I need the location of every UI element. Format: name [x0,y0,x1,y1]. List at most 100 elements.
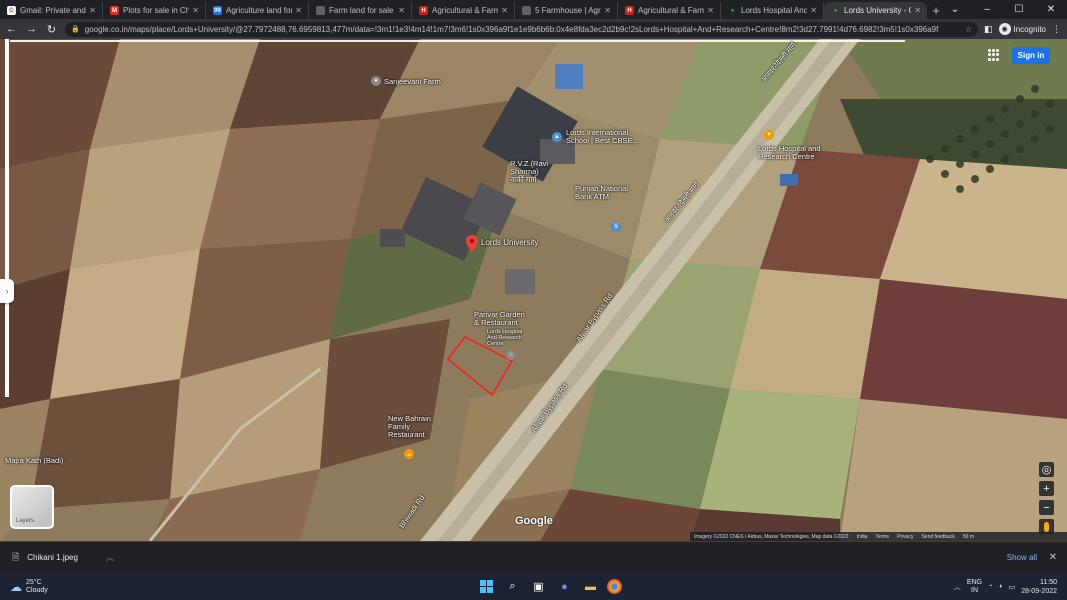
tab-6[interactable]: H Agricultural & Farm la✕ [618,2,721,19]
tab-2[interactable]: 99 Agriculture land for sa✕ [206,2,309,19]
attribution-bar: Imagery ©2022 CNES / Airbus, Maxar Techn… [690,532,1067,541]
tab-search-icon[interactable]: ⌄ [939,0,971,19]
chevron-up-icon[interactable]: ︿ [106,552,114,563]
tab-5[interactable]: 5 Farmhouse | Agricult✕ [515,2,618,19]
hospital-pin-icon[interactable]: ♥ [764,130,774,140]
map-label-lords-school[interactable]: Lords International School | Best CBSE..… [566,129,646,145]
show-all-button[interactable]: Show all [1007,553,1037,562]
close-icon[interactable]: ✕ [89,6,96,15]
map-controls: ◎ + − [1039,462,1054,534]
atm-pin-icon[interactable]: $ [611,222,621,232]
close-window-icon[interactable]: ✕ [1035,0,1067,19]
incognito-indicator[interactable]: ◉ Incognito [998,23,1046,35]
close-icon[interactable]: ✕ [192,6,199,15]
red-location-pin-icon[interactable] [466,235,478,252]
tab-8[interactable]: ● Lords University - Goo✕ [824,2,927,19]
search-icon[interactable]: ⌕ [503,577,522,596]
minimize-icon[interactable]: – [971,0,1003,19]
my-location-icon[interactable]: ◎ [1039,462,1054,477]
side-panel-icon[interactable]: ◧ [984,24,993,35]
main-place-label[interactable]: Lords University [481,238,538,247]
tab-7[interactable]: ● Lords Hospital And Re✕ [721,2,824,19]
close-download-bar-icon[interactable]: ✕ [1049,552,1057,563]
clock[interactable]: 11:50 28-09-2022 [1021,578,1057,596]
close-icon[interactable]: ✕ [501,6,508,15]
address-bar[interactable]: 🔒 google.co.in/maps/place/Lords+Universi… [65,21,978,37]
reload-icon[interactable]: ↻ [43,21,60,38]
map-label-parivar[interactable]: Parivar Garden & Restaurant [474,311,526,327]
tab-3[interactable]: Farm land for sale in ✕ [309,2,412,19]
file-explorer-icon[interactable]: ▬ [581,577,600,596]
feedback-link[interactable]: Send feedback [921,534,954,540]
download-file-name: Chikani 1.jpeg [27,553,78,562]
map-label-rvz[interactable]: R.V.Z.(Ravi Sharma) नार्की मार्ग [510,160,552,184]
wifi-icon[interactable]: ◔ [988,583,992,590]
battery-icon[interactable]: ▭ [1009,583,1016,591]
tab-0[interactable]: G Gmail: Private and se✕ [0,2,103,19]
school-pin-icon[interactable]: ▲ [552,132,562,142]
zoom-out-button[interactable]: − [1039,500,1054,515]
tab-title: Agricultural & Farm la [432,6,498,15]
task-view-icon[interactable]: ▣ [529,577,548,596]
zoom-in-button[interactable]: + [1039,481,1054,496]
maps-icon: ● [833,7,838,14]
layers-button[interactable]: Layers [10,485,54,529]
back-icon[interactable]: ← [3,21,20,38]
close-icon[interactable]: ✕ [398,6,405,15]
side-panel-edge [5,39,9,397]
map-label-lords-hospital-small[interactable]: Lords Hospital And Research Centre [487,329,527,347]
region-link[interactable]: India [857,534,868,540]
incognito-icon: ◉ [998,23,1011,35]
maximize-icon[interactable]: ☐ [1003,0,1035,19]
tab-title: Agricultural & Farm la [638,6,704,15]
food-pin-icon[interactable]: ☕ [404,449,414,459]
chevron-up-icon[interactable]: ︿ [954,582,961,592]
housing-icon: H [625,6,634,15]
sign-in-button[interactable]: Sign in [1012,47,1050,64]
close-icon[interactable]: ✕ [295,6,302,15]
clock-time: 11:50 [1040,578,1057,586]
map-label-new-bahrain[interactable]: New Bahrain Family Restaurant [388,415,434,439]
windows-taskbar: ☁ 25°C Cloudy ⌕ ▣ ● ▬ ︿ ENG IN ◔ ◖ ▭ 11:50… [0,573,1067,600]
page-icon [316,6,325,15]
place-pin-icon[interactable]: ● [371,76,381,86]
map-label-pnb-atm[interactable]: Punjab National Bank ATM [575,185,633,201]
speaker-icon[interactable]: ◖ [998,583,1002,590]
scale-label[interactable]: 50 m [963,534,974,540]
google-apps-icon[interactable] [988,49,1000,61]
map-label-majra[interactable]: Majra Kath (Badi) [5,457,75,465]
privacy-link[interactable]: Privacy [897,534,913,540]
close-icon[interactable]: ✕ [707,6,714,15]
language-indicator[interactable]: ENG IN [967,579,982,595]
close-icon[interactable]: ✕ [810,6,817,15]
tab-title: Plots for sale in Chiko [123,6,190,15]
close-icon[interactable]: ✕ [914,6,921,15]
collapse-panel-button[interactable]: › [0,279,14,303]
windows-icon [480,580,493,593]
lock-icon[interactable]: 🔒 [71,25,80,33]
map-label-lords-hospital[interactable]: Lords Hospital and Research Centre [758,145,848,161]
tab-title: Agriculture land for sa [226,6,293,15]
start-button[interactable] [477,577,496,596]
cloud-icon: ☁ [10,579,22,594]
chat-icon[interactable]: ● [555,577,574,596]
weather-widget[interactable]: ☁ 25°C Cloudy [10,579,48,595]
map-canvas[interactable]: › Sign in ● Sanjeevani Farm ▲ Lords Inte… [0,39,1067,541]
terms-link[interactable]: Terms [875,534,889,540]
browser-toolbar: ← → ↻ 🔒 google.co.in/maps/place/Lords+Un… [0,19,1067,39]
close-icon[interactable]: ✕ [604,6,611,15]
download-item[interactable]: 🗎 Chikani 1.jpeg ︿ [12,550,114,566]
tab-4[interactable]: H Agricultural & Farm la✕ [412,2,515,19]
forward-icon[interactable]: → [23,21,40,38]
map-label-sanjeevani[interactable]: Sanjeevani Farm [384,78,441,86]
system-tray: ︿ ENG IN ◔ ◖ ▭ 11:50 28-09-2022 [954,578,1057,596]
tab-title: Lords University - Goo [844,6,911,15]
tab-strip: GGmail: Private and se✕ MPlots for sale … [0,0,1067,19]
tab-1[interactable]: M Plots for sale in Chiko✕ [103,2,206,19]
99acres-icon: 99 [213,6,222,15]
bookmark-star-icon[interactable]: ☆ [965,25,972,34]
menu-icon[interactable]: ⋮ [1052,24,1061,35]
restaurant-pin-icon[interactable]: ⌂ [506,350,516,360]
tab-title: Lords Hospital And Re [741,6,808,15]
chrome-icon[interactable] [607,579,622,594]
